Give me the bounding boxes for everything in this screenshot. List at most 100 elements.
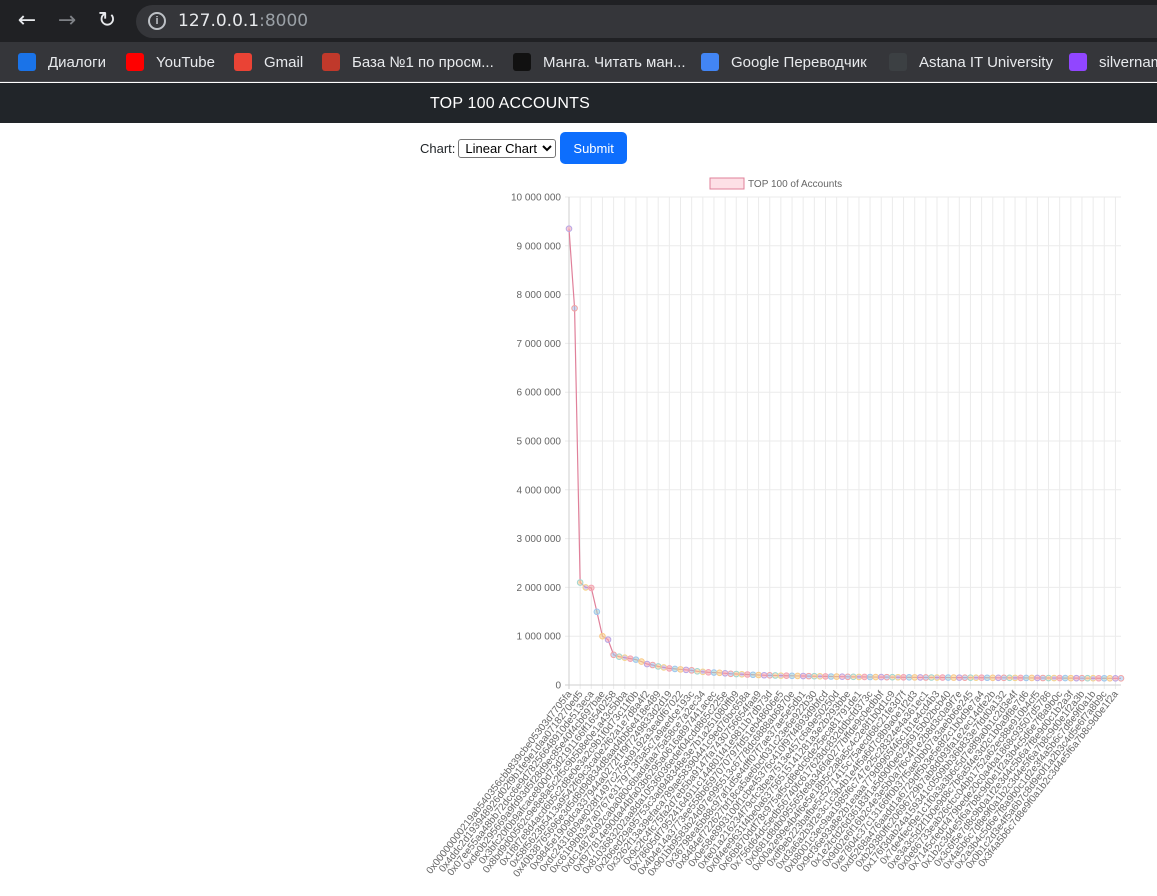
chart-form: Chart: Linear Chart Submit — [420, 132, 627, 164]
y-tick-label: 7 000 000 — [517, 339, 562, 350]
data-point — [850, 673, 857, 681]
youtube-icon — [126, 53, 144, 71]
data-point — [621, 654, 629, 661]
data-point — [732, 670, 740, 678]
data-point — [582, 584, 590, 591]
data-point — [727, 670, 734, 678]
bookmark-label: Диалоги — [48, 53, 106, 71]
bookmark-label: silvernam — [1099, 53, 1157, 71]
data-point — [1112, 675, 1119, 682]
data-point — [827, 673, 835, 680]
data-point — [615, 653, 623, 660]
data-point — [877, 673, 885, 681]
data-point — [1034, 674, 1041, 682]
data-point — [816, 673, 824, 680]
data-point — [933, 674, 941, 681]
data-point — [1078, 674, 1086, 682]
data-point — [688, 667, 695, 674]
data-point — [654, 663, 662, 670]
chart-type-select[interactable]: Linear Chart — [458, 138, 557, 158]
bookmark-item[interactable]: Gmail — [234, 52, 303, 72]
url-port: :8000 — [259, 11, 309, 31]
bookmark-item[interactable]: База №1 по просм... — [322, 52, 494, 72]
back-arrow-icon[interactable]: ← — [14, 8, 40, 34]
data-point — [950, 674, 958, 681]
data-point — [721, 669, 729, 677]
data-point — [822, 673, 829, 680]
legend-label: TOP 100 of Accounts — [748, 179, 842, 190]
line-chart: 0 1 000 000 2 000 000 3 000 000 4 000 000 5 0… — [425, 177, 1125, 879]
data-point — [1011, 674, 1019, 682]
bookmark-item[interactable]: YouTube — [126, 52, 215, 72]
data-point — [889, 673, 896, 681]
data-point — [755, 671, 762, 679]
data-point — [682, 666, 690, 674]
data-point — [1039, 674, 1047, 682]
data-point — [972, 674, 980, 682]
data-point — [928, 674, 935, 681]
data-point — [989, 674, 997, 682]
gmail-icon — [234, 53, 252, 71]
site-info-icon[interactable]: i — [148, 12, 166, 30]
data-point — [571, 304, 578, 312]
navbar-title[interactable]: TOP 100 ACCOUNTS — [430, 95, 590, 113]
data-point — [716, 669, 723, 677]
data-point — [705, 669, 712, 676]
address-bar[interactable]: i 127.0.0.1:8000 — [136, 5, 1157, 38]
bookmark-item[interactable]: Диалоги — [18, 52, 106, 72]
url-host: 127.0.0.1 — [178, 11, 260, 31]
data-point — [677, 666, 684, 673]
bookmark-label: База №1 по просм... — [352, 53, 494, 71]
data-point — [599, 632, 606, 640]
data-point — [1022, 674, 1030, 682]
data-point — [593, 608, 601, 616]
data-point — [565, 225, 573, 233]
data-point — [772, 672, 779, 679]
data-point — [799, 672, 807, 680]
y-tick-label: 6 000 000 — [517, 388, 562, 399]
bookmarks-bar: Диалоги YouTube Gmail База №1 по просм... Ма… — [0, 42, 1157, 82]
data-point — [956, 674, 963, 681]
series-line — [568, 228, 1122, 679]
data-point — [666, 665, 673, 672]
y-tick-label: 4 000 000 — [517, 485, 562, 496]
bookmark-item[interactable]: Google Переводчик — [701, 52, 867, 72]
data-point — [1089, 674, 1097, 682]
bookmark-label: Gmail — [264, 53, 304, 71]
bookmark-item[interactable]: Манга. Читать ман... — [513, 52, 686, 72]
bookmark-item[interactable]: Astana IT University — [889, 52, 1053, 72]
data-point — [1067, 674, 1075, 682]
chat-icon — [18, 53, 36, 71]
data-point — [588, 584, 595, 592]
data-point — [838, 673, 846, 681]
data-point — [777, 672, 785, 679]
data-point — [905, 674, 913, 681]
data-point — [1084, 674, 1091, 682]
data-point — [1095, 674, 1102, 682]
data-point — [811, 672, 818, 680]
data-point — [710, 669, 718, 676]
data-point — [805, 672, 813, 680]
data-point — [604, 636, 612, 643]
data-point — [794, 672, 801, 680]
data-point — [610, 651, 617, 659]
data-point — [671, 665, 679, 673]
bookmark-item[interactable]: silvernam — [1069, 52, 1157, 72]
forward-arrow-icon[interactable]: → — [54, 8, 80, 34]
data-point — [872, 673, 879, 681]
y-tick-label: 10 000 000 — [511, 193, 561, 204]
manga-icon — [513, 53, 531, 71]
data-point — [766, 672, 774, 679]
data-point — [939, 674, 946, 681]
reload-icon[interactable]: ↻ — [94, 8, 120, 34]
data-point — [627, 655, 634, 662]
data-point — [1056, 674, 1063, 682]
data-point — [744, 671, 751, 678]
chart-type-label: Chart: — [420, 140, 456, 156]
data-point — [638, 658, 645, 665]
submit-button[interactable]: Submit — [560, 132, 627, 164]
data-point — [983, 674, 991, 682]
data-point — [788, 672, 796, 680]
data-point — [900, 673, 907, 681]
data-point — [995, 674, 1002, 682]
